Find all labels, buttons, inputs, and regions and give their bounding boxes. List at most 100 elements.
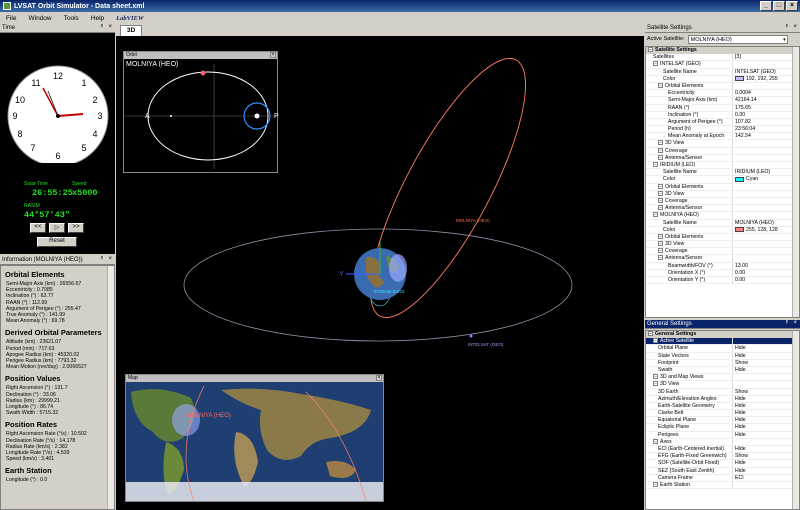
menu-help[interactable]: Help: [85, 15, 110, 22]
property-value[interactable]: [732, 255, 799, 262]
expand-toggle-icon[interactable]: −: [658, 205, 663, 211]
property-row[interactable]: Camera Frame ECI: [646, 474, 799, 482]
expand-toggle-icon[interactable]: −: [648, 331, 653, 336]
property-value[interactable]: [732, 162, 799, 169]
reset-button[interactable]: Reset: [37, 237, 77, 247]
close-icon[interactable]: ×: [108, 24, 112, 30]
property-row[interactable]: Clarke Belt Hide: [646, 410, 799, 418]
maximize-button[interactable]: □: [773, 1, 785, 11]
property-row[interactable]: SEZ (South East Zenith) Hide: [646, 467, 799, 475]
property-row[interactable]: Azimuth/Elevation Angles Hide: [646, 395, 799, 403]
color-swatch[interactable]: [735, 226, 744, 232]
active-satellite-select[interactable]: MOLNIYA (HEO) ▾: [687, 34, 788, 44]
expand-toggle-icon[interactable]: −: [648, 47, 653, 52]
property-row[interactable]: ECI (Earth-Centered Inertial) Hide: [646, 446, 799, 454]
property-value[interactable]: [732, 338, 799, 345]
property-row[interactable]: −3D View: [646, 190, 799, 198]
map-window[interactable]: Map × MOLNIYA (HEO): [125, 374, 384, 502]
property-value[interactable]: Hide: [732, 431, 799, 438]
minimize-button[interactable]: _: [760, 1, 772, 11]
property-value[interactable]: 255, 128, 128: [732, 226, 799, 233]
property-value[interactable]: [732, 241, 799, 248]
property-row[interactable]: − General Settings: [646, 331, 799, 339]
property-value[interactable]: [732, 212, 799, 219]
expand-toggle-icon[interactable]: −: [653, 374, 658, 380]
expand-toggle-icon[interactable]: −: [653, 481, 658, 487]
close-icon[interactable]: ×: [793, 24, 797, 30]
property-row[interactable]: − Satellite Settings: [646, 47, 799, 55]
property-row[interactable]: Color 192, 192, 255: [646, 75, 799, 83]
expand-toggle-icon[interactable]: −: [658, 197, 663, 203]
property-row[interactable]: EFG (Earth-Fixed Greenwich) Show: [646, 453, 799, 461]
property-value[interactable]: MOLNIYA (HEO): [732, 219, 799, 226]
property-value[interactable]: Hide: [732, 345, 799, 352]
play-button[interactable]: ▷: [49, 223, 65, 233]
property-value[interactable]: Hide: [732, 410, 799, 417]
property-value[interactable]: Show: [732, 388, 799, 395]
property-value[interactable]: Cyan: [732, 176, 799, 183]
property-value[interactable]: Hide: [732, 467, 799, 474]
property-value[interactable]: [732, 197, 799, 205]
property-row[interactable]: Color 255, 128, 128: [646, 226, 799, 234]
property-value[interactable]: Show: [732, 359, 799, 366]
expand-toggle-icon[interactable]: −: [658, 190, 663, 196]
property-value[interactable]: [732, 233, 799, 241]
property-value[interactable]: INTELSAT (GEO): [732, 68, 799, 75]
property-row[interactable]: Period (h) 23:56:04: [646, 126, 799, 134]
property-value[interactable]: [732, 140, 799, 147]
property-row[interactable]: Orientation X (°) 0.00: [646, 269, 799, 277]
property-row[interactable]: Swath Hide: [646, 366, 799, 375]
property-row[interactable]: − Coverage: [646, 248, 799, 256]
expand-toggle-icon[interactable]: −: [658, 147, 663, 153]
property-row[interactable]: Beamwidth/FOV (°) 13.00: [646, 262, 799, 270]
orbit-window[interactable]: Orbit × MOLNIYA (HEO) A P: [123, 51, 279, 173]
property-row[interactable]: − Axes: [646, 438, 799, 446]
expand-toggle-icon[interactable]: −: [653, 162, 658, 167]
property-row[interactable]: Satellite Name IRIDIUM (LEO): [646, 169, 799, 177]
property-value[interactable]: Hide: [732, 446, 799, 453]
property-value[interactable]: Hide: [732, 395, 799, 402]
property-value[interactable]: [3]: [732, 54, 799, 61]
close-icon[interactable]: ×: [793, 320, 797, 326]
close-button[interactable]: ×: [786, 1, 798, 11]
property-row[interactable]: −3D and Map Views: [646, 374, 799, 382]
property-value[interactable]: 192, 192, 255: [732, 75, 799, 82]
rewind-button[interactable]: <<: [30, 223, 46, 233]
expand-toggle-icon[interactable]: −: [658, 233, 663, 239]
property-row[interactable]: Satellites [3]: [646, 54, 799, 62]
expand-toggle-icon[interactable]: −: [653, 61, 658, 67]
property-row[interactable]: State Vectors Hide: [646, 352, 799, 360]
property-value[interactable]: Show: [732, 453, 799, 460]
expand-toggle-icon[interactable]: −: [658, 255, 663, 261]
pin-icon[interactable]: ᵖ: [786, 320, 788, 326]
info-scrollbar[interactable]: [107, 266, 114, 509]
property-row[interactable]: − MOLNIYA (HEO): [646, 212, 799, 220]
gen-scrollbar[interactable]: [792, 331, 799, 509]
menu-tools[interactable]: Tools: [58, 15, 85, 22]
property-row[interactable]: Perigees Hide: [646, 431, 799, 439]
property-row[interactable]: Satellite Name INTELSAT (GEO): [646, 68, 799, 76]
property-value[interactable]: 0.00: [732, 277, 799, 284]
property-row[interactable]: 3D Earth Show: [646, 388, 799, 396]
expand-toggle-icon[interactable]: −: [653, 381, 658, 387]
property-value[interactable]: [732, 183, 799, 190]
forward-button[interactable]: >>: [68, 223, 84, 233]
3d-view[interactable]: Y MOLNIYA (HEO) INTELSAT (GEO) IRIDIUM (…: [116, 36, 644, 510]
property-value[interactable]: [732, 381, 799, 388]
property-row[interactable]: Orbital Plane Hide: [646, 345, 799, 353]
property-value[interactable]: [732, 61, 799, 68]
expand-toggle-icon[interactable]: −: [658, 154, 663, 160]
property-row[interactable]: Mean Anomaly at Epoch 142.54: [646, 133, 799, 141]
expand-toggle-icon[interactable]: −: [658, 183, 663, 189]
property-value[interactable]: [732, 147, 799, 154]
property-value[interactable]: [732, 190, 799, 197]
property-row[interactable]: −3D View: [646, 241, 799, 249]
close-icon[interactable]: ×: [270, 52, 276, 58]
menu-window[interactable]: Window: [22, 15, 57, 22]
property-value[interactable]: [732, 438, 799, 445]
property-value[interactable]: 0.00: [732, 269, 799, 276]
property-value[interactable]: 13.00: [732, 262, 799, 269]
expand-toggle-icon[interactable]: −: [653, 212, 658, 218]
property-row[interactable]: − Active Satellite: [646, 338, 799, 346]
expand-toggle-icon[interactable]: −: [658, 82, 663, 88]
